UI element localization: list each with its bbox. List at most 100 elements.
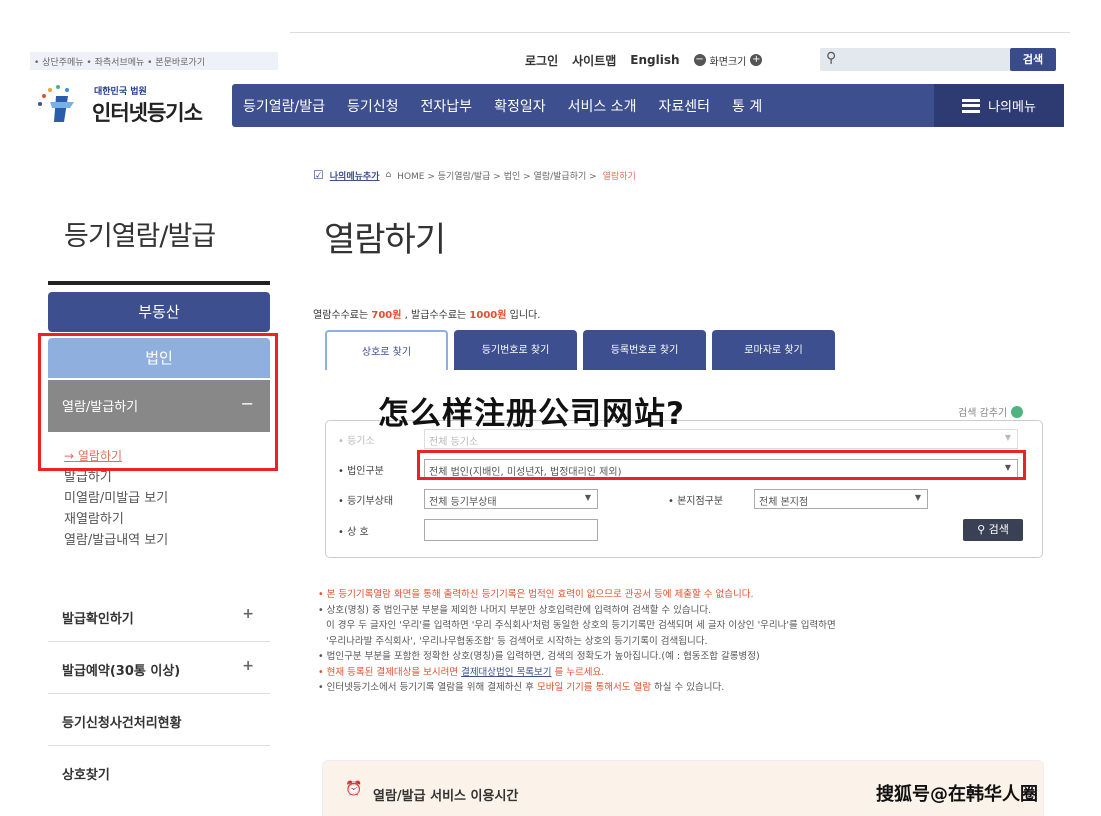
add-my-menu-link[interactable]: 나의메뉴추가 xyxy=(330,169,380,182)
fee-text: 열람수수료는 xyxy=(313,310,369,321)
home-icon: ⌂ xyxy=(385,170,392,180)
search-button[interactable]: ⚲ 검색 xyxy=(963,519,1023,541)
sidebar-category-realestate[interactable]: 부동산 xyxy=(48,292,270,332)
sidebar-item-label: 발급예약(30통 이상) xyxy=(62,664,181,679)
notice-text: 를 누르세요. xyxy=(554,666,605,678)
gnb-item-payment[interactable]: 전자납부 xyxy=(410,96,484,116)
status-select[interactable]: 전체 등기부상태 ▼ xyxy=(424,489,598,509)
zoom-control: − 화면크기 + xyxy=(693,53,763,68)
gnb-item-data[interactable]: 자료센터 xyxy=(647,96,721,116)
issue-fee: 1000원 xyxy=(469,310,507,321)
breadcrumb-current: 열람하기 xyxy=(602,171,636,182)
clock-icon: ⏰ xyxy=(345,781,363,797)
status-value: 전체 등기부상태 xyxy=(429,497,497,508)
fee-text: , 발급수수료는 xyxy=(404,310,467,321)
court-emblem-icon xyxy=(38,85,74,122)
tab-name[interactable]: 상호로 찾기 xyxy=(325,330,448,370)
notice-item: • 현재 등록된 결제대상을 보시려면 결제대상법인 목록보기 를 누르세요. xyxy=(318,665,1048,681)
search-button-label: 검색 xyxy=(988,523,1009,536)
highlight-box-sidebar xyxy=(38,333,278,471)
english-link[interactable]: English xyxy=(630,53,679,67)
expand-icon[interactable]: + xyxy=(242,606,254,622)
sidebar-item-label: 발급확인하기 xyxy=(62,612,134,627)
dropdown-arrow-icon: ▼ xyxy=(914,493,921,502)
hide-search-toggle[interactable]: 검색 감추기 xyxy=(958,404,1024,419)
notice-item: • 본 등기기록열람 화면을 통해 출력하신 등기기록은 법적인 효력이 없으므… xyxy=(318,589,754,600)
expand-icon[interactable]: + xyxy=(242,658,254,674)
breadcrumb-path: HOME > 등기열람/발급 > 법인 > 열람/발급하기 > xyxy=(397,171,597,182)
notice-list: • 본 등기기록열람 화면을 통해 출력하신 등기기록은 법적인 효력이 없으므… xyxy=(318,587,1048,696)
gnb-item-date[interactable]: 확정일자 xyxy=(483,96,557,116)
sidebar-item-name-search[interactable]: 상호찾기 xyxy=(48,746,270,798)
sidebar-item-reserve[interactable]: 발급예약(30통 이상) + xyxy=(48,642,270,694)
watermark: 搜狐号@在韩华人圈 xyxy=(876,784,1038,805)
sidebar-title: 등기열람/발급 xyxy=(64,221,216,252)
notice-item: • 상호(명칭) 중 법인구분 부분을 제외한 나머지 부분만 상호입력란에 입… xyxy=(318,604,712,616)
gnb-item-view-issue[interactable]: 등기열람/발급 xyxy=(232,96,336,116)
gnb-item-service[interactable]: 서비스 소개 xyxy=(557,96,648,116)
top-search-button[interactable]: 검색 xyxy=(1010,48,1056,71)
gnb-item-stats[interactable]: 통 계 xyxy=(721,96,773,116)
skip-links[interactable]: • 상단주메뉴 • 좌측서브메뉴 • 본문바로가기 xyxy=(30,52,278,70)
payment-list-link[interactable]: 결제대상법인 목록보기 xyxy=(461,667,551,678)
my-menu-label: 나의메뉴 xyxy=(988,100,1036,115)
fee-text: 입니다. xyxy=(509,310,541,321)
office-value: 전체 등기소 xyxy=(429,437,479,448)
search-icon: ⚲ xyxy=(826,50,837,66)
branch-value: 전체 본지점 xyxy=(759,497,809,508)
status-label: • 등기부상태 xyxy=(338,495,394,507)
top-search-input[interactable]: ⚲ 검색 xyxy=(820,48,1056,71)
submenu-history[interactable]: 열람/발급내역 보기 xyxy=(64,530,168,551)
menu-icon xyxy=(962,98,981,113)
notice-item: 이 경우 두 글자인 '우리'를 입력하면 '우리 주식회사'처럼 동일한 상호… xyxy=(326,620,836,631)
zoom-out-icon[interactable]: − xyxy=(693,54,706,66)
logo-subtitle: 대한민국 법원 xyxy=(94,87,147,97)
search-form-panel: • 등기소 전체 등기소 ▼ • 법인구분 전체 법인(지배인, 미성년자, 법정… xyxy=(325,420,1043,558)
company-name-input[interactable] xyxy=(424,519,598,541)
notice-item: '우리나라발 주식회사', '우리나무협동조합' 등 검색어로 시작하는 상호의… xyxy=(326,635,708,647)
breadcrumb: ☑ 나의메뉴추가 ⌂ HOME > 등기열람/발급 > 법인 > 열람/발급하기… xyxy=(313,168,636,182)
sitemap-link[interactable]: 사이트맵 xyxy=(572,52,616,69)
branch-select[interactable]: 전체 본지점 ▼ xyxy=(754,489,928,509)
view-fee: 700원 xyxy=(371,310,402,321)
search-icon: ⚲ xyxy=(977,523,986,536)
form-row-status: • 등기부상태 전체 등기부상태 ▼ • 본지점구분 전체 본지점 ▼ xyxy=(338,489,928,509)
top-utility-bar: 로그인 사이트맵 English − 화면크기 + xyxy=(525,48,763,72)
submenu-unviewed[interactable]: 미열람/미발급 보기 xyxy=(64,488,168,509)
sidebar-item-verify[interactable]: 발급확인하기 + xyxy=(48,590,270,642)
notice-item: • 인터넷등기소에서 등기기록 열람을 위해 결제하신 후 모바일 기기를 통해… xyxy=(318,680,1048,696)
login-link[interactable]: 로그인 xyxy=(525,52,558,69)
form-row-name: • 상 호 xyxy=(338,519,598,541)
sidebar-item-status[interactable]: 등기신청사건처리현황 xyxy=(48,694,270,746)
tab-biz-number[interactable]: 등록번호로 찾기 xyxy=(583,330,706,370)
my-menu-button[interactable]: 나의메뉴 xyxy=(934,84,1064,127)
notice-text: 하실 수 있습니다. xyxy=(654,682,725,693)
notice-item: • 법인구분 부분을 포함한 정확한 상호(명칭)를 입력하면, 검색의 정확도… xyxy=(318,651,760,662)
collapse-circle-icon xyxy=(1011,405,1024,418)
notice-highlight: 모바일 기기를 통해서도 열람 xyxy=(537,682,651,693)
notice-text: • 현재 등록된 결제대상을 보시려면 xyxy=(318,666,459,678)
service-hours-title: 열람/발급 서비스 이용시간 xyxy=(373,789,519,804)
tab-roman[interactable]: 로마자로 찾기 xyxy=(712,330,835,370)
dropdown-arrow-icon: ▼ xyxy=(584,493,591,502)
sidebar-item-label: 상호찾기 xyxy=(62,768,110,783)
type-label: • 법인구분 xyxy=(338,465,384,477)
zoom-label: 화면크기 xyxy=(709,56,747,68)
tab-reg-number[interactable]: 등기번호로 찾기 xyxy=(454,330,577,370)
fee-info: 열람수수료는 700원 , 발급수수료는 1000원 입니다. xyxy=(313,306,540,321)
gnb-item-apply[interactable]: 등기신청 xyxy=(336,96,410,116)
submenu-review[interactable]: 재열람하기 xyxy=(64,509,168,530)
sidebar-divider xyxy=(48,281,270,285)
site-logo[interactable]: 대한민국 법원 인터넷등기소 xyxy=(34,80,234,132)
zoom-in-icon[interactable]: + xyxy=(750,54,763,66)
office-label: • 등기소 xyxy=(338,435,375,447)
search-tabs: 상호로 찾기 등기번호로 찾기 등록번호로 찾기 로마자로 찾기 xyxy=(325,330,835,370)
check-icon: ☑ xyxy=(313,168,324,182)
hide-search-label: 검색 감추기 xyxy=(958,408,1008,419)
branch-label: • 본지점구분 xyxy=(668,495,724,507)
dropdown-arrow-icon: ▼ xyxy=(1004,433,1011,442)
name-label: • 상 호 xyxy=(338,526,369,538)
sidebar-item-label: 등기신청사건처리현황 xyxy=(62,716,182,731)
page-title: 열람하기 xyxy=(324,220,446,260)
notice-text: • 인터넷등기소에서 등기기록 열람을 위해 결제하신 후 xyxy=(318,682,535,693)
